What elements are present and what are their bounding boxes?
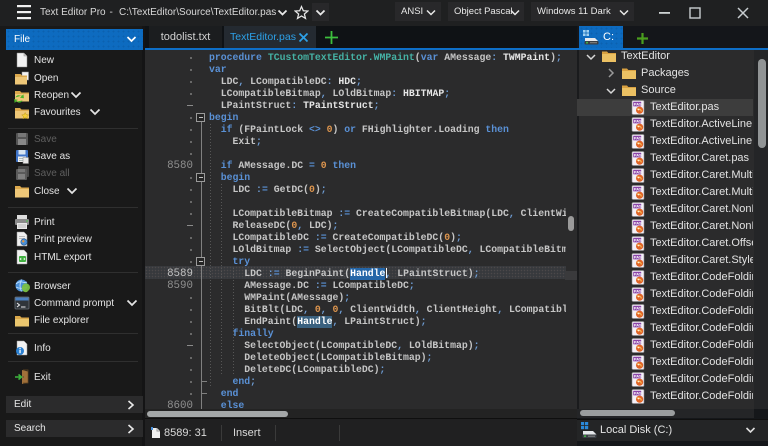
svg-text:PAS: PAS	[634, 221, 642, 226]
svg-text:PAS: PAS	[634, 357, 642, 362]
svg-text:PAS: PAS	[634, 255, 642, 260]
svg-text:PAS: PAS	[634, 102, 642, 107]
svg-text:PAS: PAS	[634, 170, 642, 175]
svg-text:PAS: PAS	[634, 323, 642, 328]
svg-text:PAS: PAS	[634, 391, 642, 396]
svg-text:PAS: PAS	[634, 272, 642, 277]
svg-text:PAS: PAS	[634, 204, 642, 209]
svg-text:PAS: PAS	[634, 136, 642, 141]
svg-text:PAS: PAS	[634, 306, 642, 311]
svg-text:PAS: PAS	[634, 374, 642, 379]
svg-text:PAS: PAS	[634, 340, 642, 345]
svg-text:PAS: PAS	[634, 119, 642, 124]
svg-text:PAS: PAS	[634, 187, 642, 192]
svg-text:PAS: PAS	[634, 153, 642, 158]
svg-text:PAS: PAS	[634, 238, 642, 243]
svg-text:PAS: PAS	[634, 289, 642, 294]
